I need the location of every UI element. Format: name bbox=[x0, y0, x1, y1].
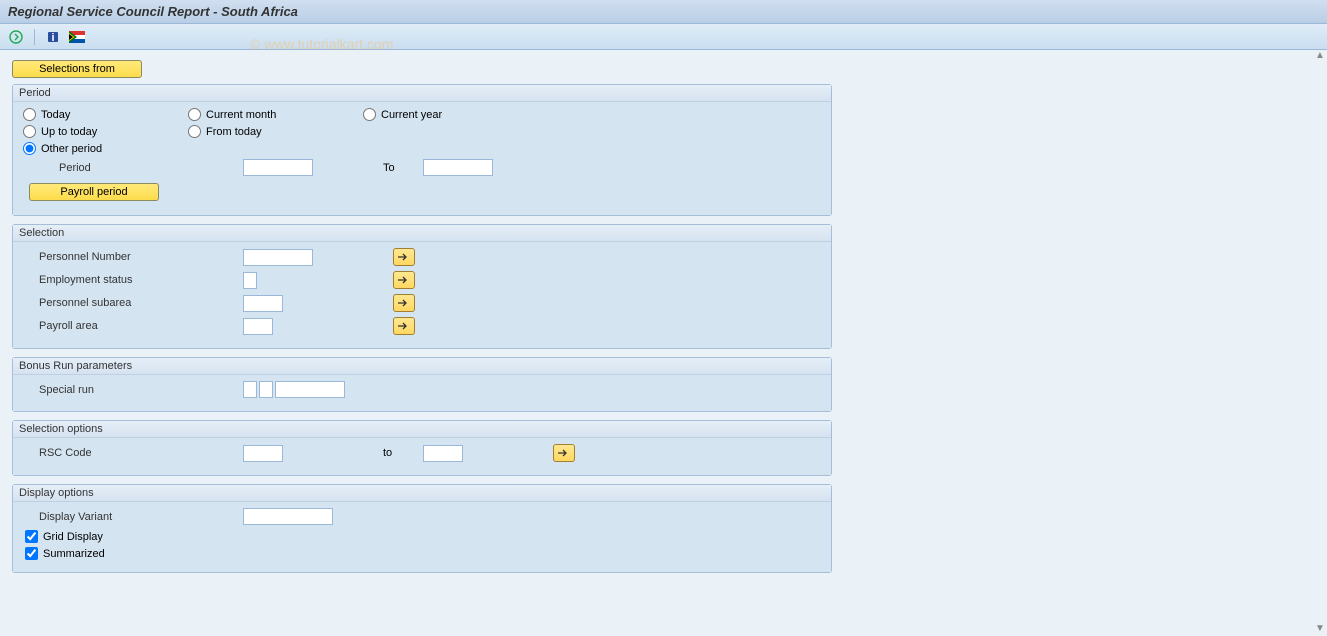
payroll-area-multi-icon[interactable] bbox=[393, 317, 415, 335]
bonus-run-title: Bonus Run parameters bbox=[13, 358, 831, 375]
content-area: Selections from Period Today Current mon… bbox=[0, 50, 1327, 636]
radio-current-month-label: Current month bbox=[206, 109, 276, 121]
radio-up-to-today-label: Up to today bbox=[41, 126, 97, 138]
selections-from-button[interactable]: Selections from bbox=[12, 60, 142, 78]
payroll-period-button[interactable]: Payroll period bbox=[29, 183, 159, 201]
display-variant-input[interactable] bbox=[243, 508, 333, 525]
radio-today[interactable]: Today bbox=[23, 108, 148, 121]
period-to-label: To bbox=[383, 162, 423, 174]
radio-from-today-label: From today bbox=[206, 126, 262, 138]
period-to-input[interactable] bbox=[423, 159, 493, 176]
grid-display-checkbox[interactable]: Grid Display bbox=[23, 530, 821, 543]
employment-status-input[interactable] bbox=[243, 272, 257, 289]
selection-group: Selection Personnel Number Employment st… bbox=[12, 224, 832, 349]
execute-icon[interactable] bbox=[6, 28, 26, 46]
personnel-subarea-multi-icon[interactable] bbox=[393, 294, 415, 312]
period-group-title: Period bbox=[13, 85, 831, 102]
special-run-input-2[interactable] bbox=[259, 381, 273, 398]
selection-options-group: Selection options RSC Code to bbox=[12, 420, 832, 476]
svg-text:i: i bbox=[51, 32, 54, 44]
application-toolbar: i bbox=[0, 24, 1327, 50]
period-from-input[interactable] bbox=[243, 159, 313, 176]
personnel-subarea-label: Personnel subarea bbox=[23, 297, 243, 309]
grid-display-label: Grid Display bbox=[43, 531, 103, 543]
display-options-title: Display options bbox=[13, 485, 831, 502]
radio-today-label: Today bbox=[41, 109, 70, 121]
special-run-input-3[interactable] bbox=[275, 381, 345, 398]
payroll-area-input[interactable] bbox=[243, 318, 273, 335]
toolbar-separator bbox=[34, 29, 35, 45]
display-options-group: Display options Display Variant Grid Dis… bbox=[12, 484, 832, 573]
personnel-number-label: Personnel Number bbox=[23, 251, 243, 263]
personnel-number-multi-icon[interactable] bbox=[393, 248, 415, 266]
display-variant-label: Display Variant bbox=[23, 511, 243, 523]
rsc-code-to-input[interactable] bbox=[423, 445, 463, 462]
payroll-area-label: Payroll area bbox=[23, 320, 243, 332]
special-run-label: Special run bbox=[23, 384, 243, 396]
rsc-code-multi-icon[interactable] bbox=[553, 444, 575, 462]
rsc-code-from-input[interactable] bbox=[243, 445, 283, 462]
selection-group-title: Selection bbox=[13, 225, 831, 242]
special-run-input-1[interactable] bbox=[243, 381, 257, 398]
personnel-subarea-input[interactable] bbox=[243, 295, 283, 312]
summarized-checkbox[interactable]: Summarized bbox=[23, 547, 821, 560]
radio-other-period[interactable]: Other period bbox=[23, 142, 148, 155]
radio-current-year-label: Current year bbox=[381, 109, 442, 121]
period-label: Period bbox=[43, 162, 243, 174]
rsc-code-label: RSC Code bbox=[23, 447, 243, 459]
page-title: Regional Service Council Report - South … bbox=[0, 0, 1327, 24]
flag-icon[interactable] bbox=[67, 28, 87, 46]
period-group: Period Today Current month Current year … bbox=[12, 84, 832, 216]
bonus-run-group: Bonus Run parameters Special run bbox=[12, 357, 832, 412]
personnel-number-input[interactable] bbox=[243, 249, 313, 266]
info-icon[interactable]: i bbox=[43, 28, 63, 46]
rsc-code-to-label: to bbox=[383, 447, 423, 459]
radio-current-year[interactable]: Current year bbox=[363, 108, 503, 121]
radio-up-to-today[interactable]: Up to today bbox=[23, 125, 148, 138]
employment-status-label: Employment status bbox=[23, 274, 243, 286]
employment-status-multi-icon[interactable] bbox=[393, 271, 415, 289]
selection-options-title: Selection options bbox=[13, 421, 831, 438]
summarized-label: Summarized bbox=[43, 548, 105, 560]
radio-from-today[interactable]: From today bbox=[188, 125, 323, 138]
radio-current-month[interactable]: Current month bbox=[188, 108, 323, 121]
radio-other-period-label: Other period bbox=[41, 143, 102, 155]
